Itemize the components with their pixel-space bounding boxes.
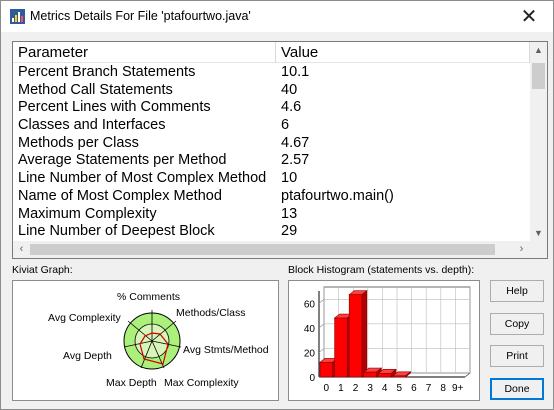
table-rows: Percent Branch Statements 10.1 Method Call… [13,64,530,242]
metrics-details-window: Metrics Details For File 'ptafourtwo.jav… [0,0,554,410]
parameter-cell: Percent Branch Statements [18,64,196,80]
histogram-grid-diag [318,323,325,329]
done-button[interactable]: Done [490,378,544,400]
block-histogram: 60 40 20 0 0 1 2 3 4 5 6 7 8 9+ [288,280,480,401]
value-cell: 13 [281,205,298,222]
kiviat-axis-avg-stmts: Avg Stmts/Method [183,344,269,356]
parameter-cell: Line Number of Most Complex Method [18,170,267,187]
column-header-parameter[interactable]: Parameter [13,42,276,63]
horizontal-scroll-thumb[interactable] [30,244,495,255]
histogram-x-tick-label: 6 [411,383,417,394]
histogram-x-tick-label: 3 [367,383,373,394]
value-cell: 4.6 [281,99,302,116]
table-row[interactable]: Line Number of Deepest Block 29 [13,223,530,241]
histogram-bar-side [361,290,368,378]
histogram-bar [392,375,406,378]
kiviat-graph-label: Kiviat Graph: [12,264,73,276]
table-row[interactable]: Line Number of Most Complex Method 10 [13,170,530,188]
kiviat-axis-methods-class: Methods/Class [176,307,246,319]
histogram-y-tick-label: 0 [309,373,315,384]
horizontal-scrollbar[interactable]: ‹ › [13,241,547,258]
scroll-right-icon[interactable]: › [513,241,530,258]
parameter-cell: Average Statements per Method [18,152,227,169]
metrics-table[interactable]: Parameter Value Percent Branch Statement… [12,41,548,259]
copy-button[interactable]: Copy [490,313,544,335]
column-header-value[interactable]: Value [276,42,530,63]
kiviat-axis-avg-complexity: Avg Complexity [48,312,121,324]
print-button[interactable]: Print [490,345,544,367]
histogram-grid-diag [318,348,325,353]
parameter-cell: Maximum Complexity [18,205,157,222]
kiviat-axis-max-complexity: Max Complexity [164,377,239,389]
value-cell: 10.1 [281,64,310,80]
histogram-grid-diag [318,299,325,304]
scroll-down-icon[interactable]: ▼ [530,225,547,242]
vertical-scrollbar[interactable]: ▲ ▼ [530,42,547,242]
histogram-bar [334,317,348,378]
histogram-x-tick-label: 2 [353,383,359,394]
parameter-cell: Percent Lines with Comments [18,99,211,116]
window-title: Metrics Details For File 'ptafourtwo.jav… [30,9,251,23]
histogram-y-tick-label: 20 [304,348,316,359]
histogram-x-tick-label: 1 [338,383,344,394]
parameter-cell: Name of Most Complex Method [18,187,222,204]
histogram-bar [363,371,377,378]
value-cell: 40 [281,81,298,98]
title-bar: Metrics Details For File 'ptafourtwo.jav… [1,1,553,32]
table-row[interactable]: Methods per Class 4.67 [13,135,530,153]
histogram-x-tick-label: 0 [324,383,330,394]
kiviat-graph: % Comments Methods/Class Avg Stmts/Metho… [12,280,279,401]
histogram-bar [319,361,333,378]
close-button[interactable]: ✕ [511,3,547,29]
histogram-x-tick-label: 9+ [452,383,464,394]
help-button[interactable]: Help [490,280,544,302]
value-cell: 4.67 [281,134,310,151]
kiviat-axis-avg-depth: Avg Depth [63,350,112,362]
value-cell: ptafourtwo.main() [281,187,394,204]
table-row[interactable]: Percent Branch Statements 10.1 [13,64,530,82]
scroll-corner [530,241,547,258]
histogram-y-tick-label: 40 [304,324,316,335]
kiviat-axis-comments: % Comments [117,291,181,303]
histogram-x-tick-label: 4 [382,383,388,394]
vertical-scroll-thumb[interactable] [532,63,545,89]
histogram-x-tick-label: 8 [440,383,446,394]
value-cell: 2.57 [281,152,310,169]
scroll-up-icon[interactable]: ▲ [530,42,547,59]
table-row[interactable]: Maximum Complexity 13 [13,206,530,224]
histogram-depth-edge [464,372,471,378]
histogram-bar [378,373,392,378]
value-cell: 29 [281,223,298,240]
table-row[interactable]: Name of Most Complex Method ptafourtwo.ma… [13,188,530,206]
close-icon: ✕ [520,5,538,28]
app-icon [10,9,25,24]
table-header: Parameter Value [13,42,530,63]
table-row[interactable]: Average Statements per Method 2.57 [13,152,530,170]
value-cell: 10 [281,170,298,187]
parameter-cell: Classes and Interfaces [18,117,166,134]
table-row[interactable]: Classes and Interfaces 6 [13,117,530,135]
histogram-bar [348,294,363,378]
scroll-left-icon[interactable]: ‹ [13,241,30,258]
parameter-cell: Methods per Class [18,134,139,151]
table-row[interactable]: Percent Lines with Comments 4.6 [13,99,530,117]
parameter-cell: Method Call Statements [18,81,173,98]
kiviat-axis-max-depth: Max Depth [106,377,157,389]
histogram-x-tick-label: 7 [426,383,432,394]
histogram-label: Block Histogram (statements vs. depth): [288,264,475,276]
value-cell: 6 [281,117,290,134]
histogram-x-tick-label: 5 [397,383,403,394]
histogram-y-tick-label: 60 [304,299,316,310]
histogram-chart: 60402000 1 2 3 4 5 6 7 8 9+ [304,286,471,394]
table-row[interactable]: Method Call Statements 40 [13,82,530,100]
parameter-cell: Line Number of Deepest Block [18,223,215,240]
